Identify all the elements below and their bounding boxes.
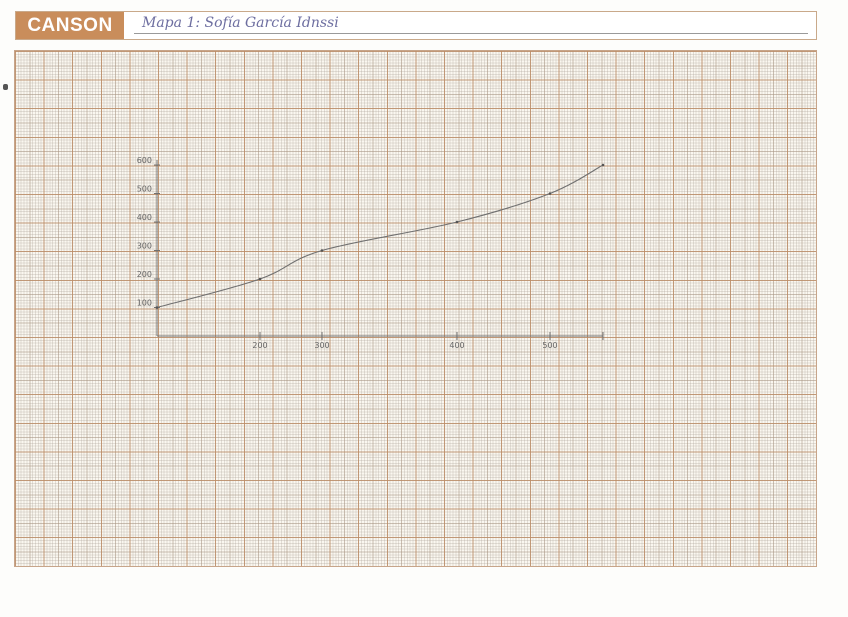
y-tick-label: 100: [137, 299, 152, 308]
x-tick-label: 200: [252, 341, 267, 350]
x-tick-label: 400: [449, 341, 464, 350]
line-chart: 100 200 300 400 500 600 200 300 400 500: [137, 156, 605, 350]
y-tick-label: 500: [137, 185, 152, 194]
y-tick-label: 300: [137, 242, 152, 251]
y-tick-label: 200: [137, 270, 152, 279]
y-tick-label: 600: [137, 156, 152, 165]
data-point: [548, 192, 552, 195]
y-tick-label: 400: [137, 213, 152, 222]
data-point: [320, 249, 324, 252]
x-tick-label: 500: [542, 341, 557, 350]
data-point: [155, 306, 159, 309]
data-point: [258, 277, 262, 281]
data-point: [601, 163, 605, 167]
data-point: [455, 220, 459, 224]
x-tick-label: 300: [314, 341, 329, 350]
series-line: [156, 164, 604, 309]
